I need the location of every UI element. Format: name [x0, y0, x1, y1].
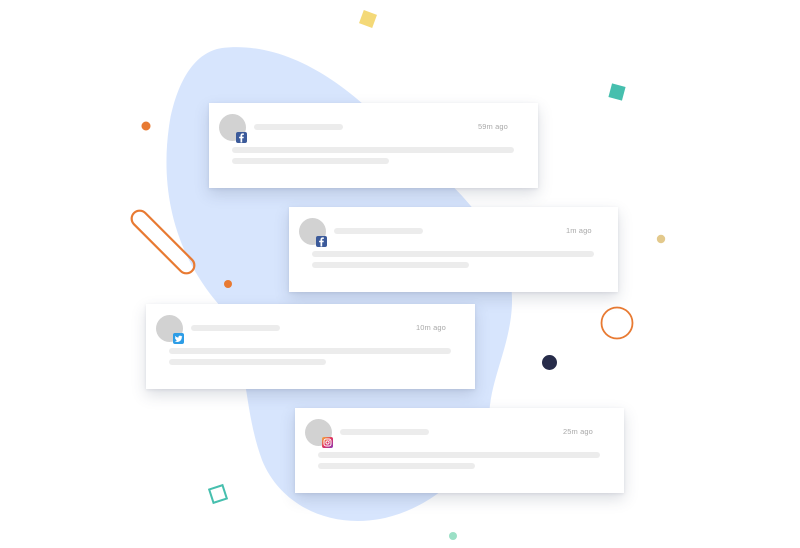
mint-dot-shape: [449, 532, 457, 540]
timestamp: 10m ago: [416, 323, 446, 332]
notification-card: 25m ago: [295, 408, 624, 493]
name-placeholder: [191, 325, 280, 331]
name-placeholder: [334, 228, 423, 234]
orange-pill-shape: [130, 209, 196, 275]
navy-dot-shape: [542, 355, 557, 370]
timestamp: 25m ago: [563, 427, 593, 436]
notification-card: 10m ago: [146, 304, 475, 389]
timestamp: 1m ago: [566, 226, 592, 235]
name-placeholder: [254, 124, 343, 130]
name-placeholder: [340, 429, 429, 435]
orange-dot-shape: [224, 280, 232, 288]
text-line-placeholder: [169, 359, 326, 365]
text-line-placeholder: [312, 262, 469, 268]
timestamp: 59m ago: [478, 122, 508, 131]
text-line-placeholder: [232, 158, 389, 164]
text-line-placeholder: [318, 452, 600, 458]
illustration: 59m ago 1m ago 10m ago 25m ago: [0, 0, 800, 548]
text-line-placeholder: [169, 348, 451, 354]
facebook-icon: [316, 236, 327, 247]
orange-ring-shape: [600, 306, 634, 340]
notification-card: 1m ago: [289, 207, 618, 292]
teal-outline-square-shape: [207, 483, 229, 505]
facebook-icon: [236, 132, 247, 143]
tan-dot-shape: [656, 234, 666, 244]
teal-square-shape: [608, 83, 626, 101]
twitter-icon: [173, 333, 184, 344]
orange-dot-shape: [141, 121, 151, 131]
yellow-square-shape: [359, 10, 377, 28]
instagram-icon: [322, 437, 333, 448]
text-line-placeholder: [318, 463, 475, 469]
notification-card: 59m ago: [209, 103, 538, 188]
text-line-placeholder: [312, 251, 594, 257]
text-line-placeholder: [232, 147, 514, 153]
